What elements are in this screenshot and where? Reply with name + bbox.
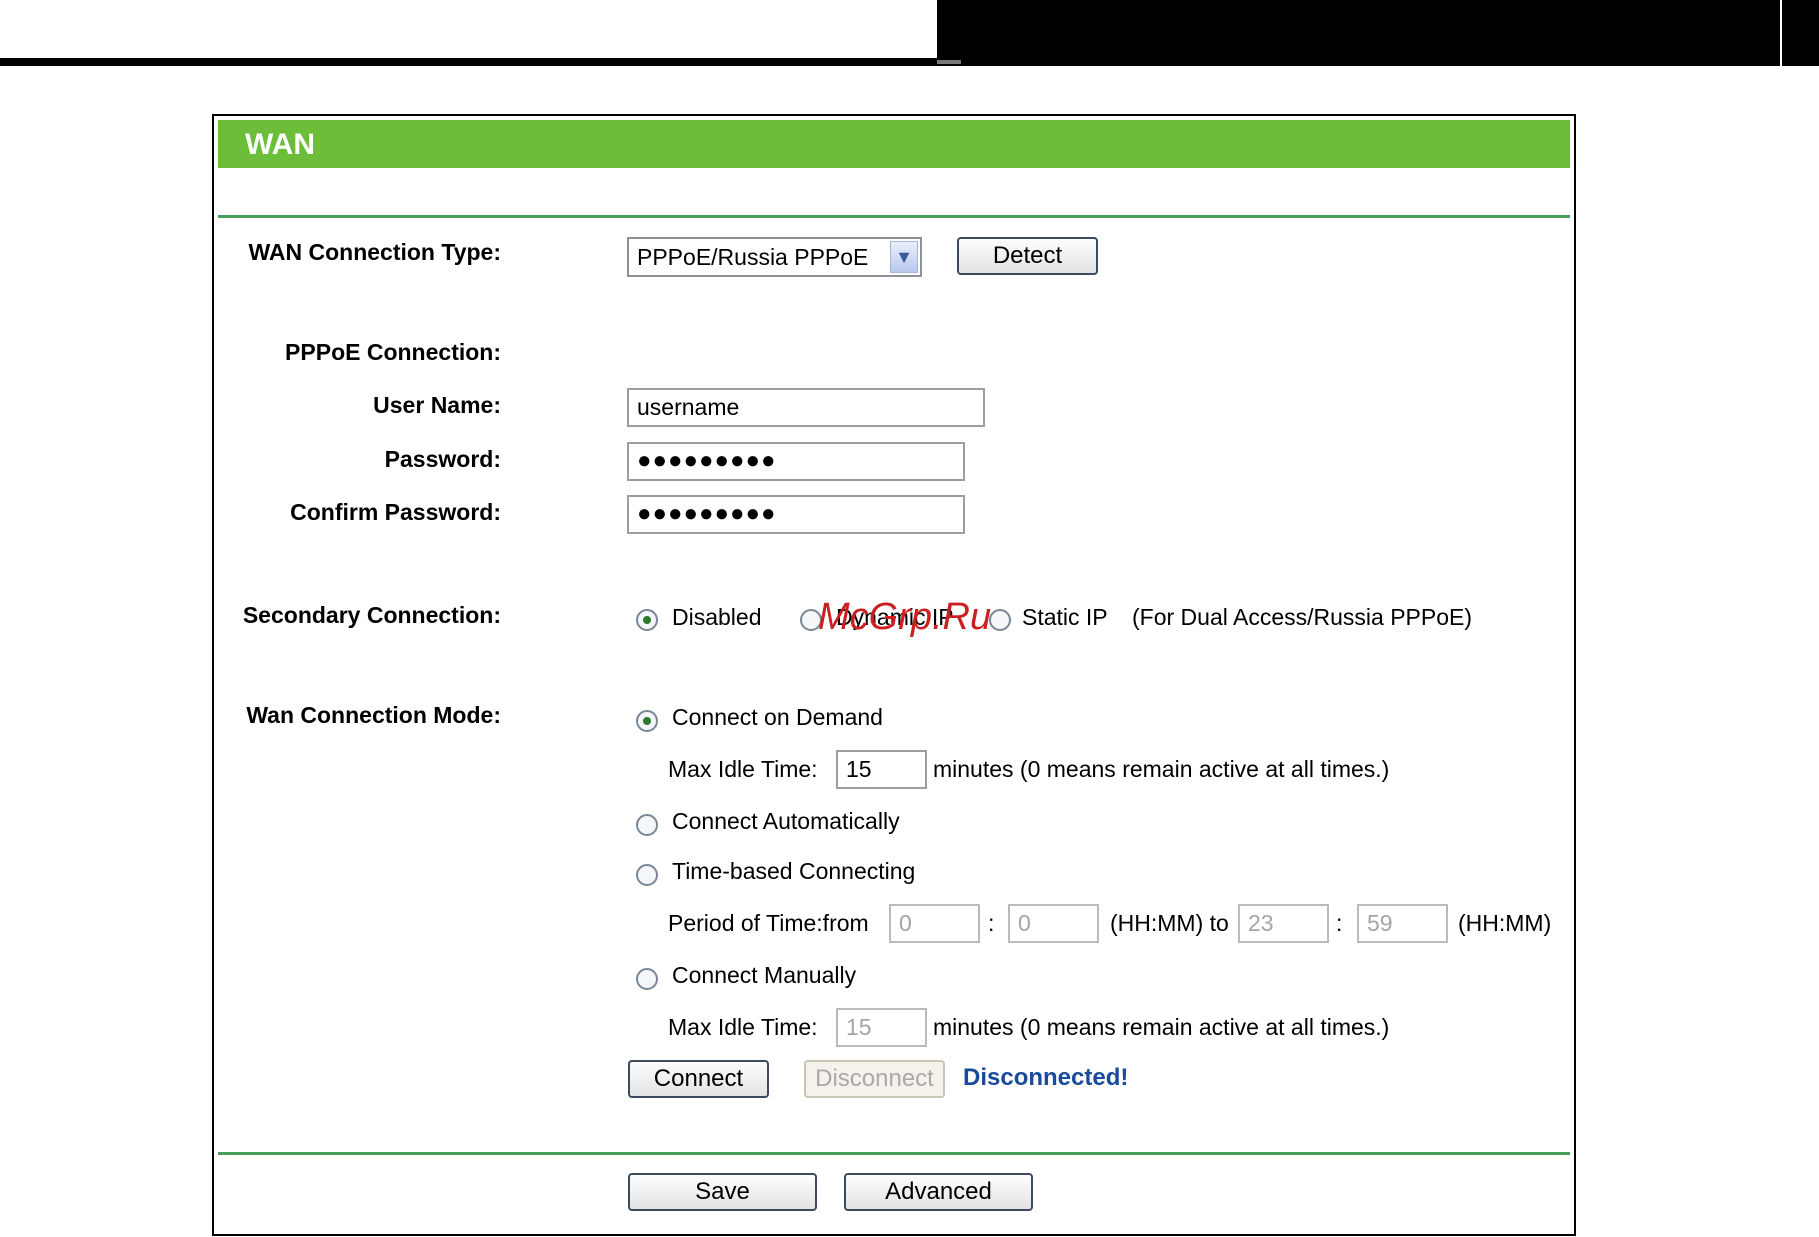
period-label: Period of Time:from bbox=[668, 910, 869, 936]
advanced-button[interactable]: Advanced bbox=[844, 1173, 1033, 1211]
header-black-block bbox=[937, 0, 1819, 66]
from-minute-input[interactable]: 0 bbox=[1008, 904, 1099, 943]
mode-time-based-label: Time-based Connecting bbox=[672, 858, 916, 884]
mode-time-based-radio[interactable] bbox=[636, 864, 658, 886]
header-black-tab bbox=[1780, 0, 1819, 66]
mode-manual-radio[interactable] bbox=[636, 968, 658, 990]
secondary-disabled-label: Disabled bbox=[672, 604, 762, 630]
connect-button[interactable]: Connect bbox=[628, 1060, 769, 1098]
to-minute-input[interactable]: 59 bbox=[1357, 904, 1448, 943]
max-idle-label: Max Idle Time: bbox=[668, 756, 818, 782]
secondary-disabled-radio[interactable] bbox=[636, 609, 658, 631]
wan-type-label: WAN Connection Type: bbox=[248, 239, 501, 265]
watermark: McGrp.Ru bbox=[818, 596, 992, 638]
confirm-password-label: Confirm Password: bbox=[290, 499, 501, 525]
from-colon: : bbox=[988, 910, 995, 936]
header-gray-mark bbox=[937, 60, 961, 64]
chevron-down-icon[interactable]: ▼ bbox=[890, 241, 918, 273]
to-hour-input[interactable]: 23 bbox=[1238, 904, 1329, 943]
username-label: User Name: bbox=[373, 392, 501, 418]
manual-idle-label: Max Idle Time: bbox=[668, 1014, 818, 1040]
divider-bottom bbox=[218, 1152, 1570, 1155]
page-title: WAN bbox=[245, 128, 315, 161]
detect-button[interactable]: Detect bbox=[957, 237, 1098, 275]
secondary-static-radio[interactable] bbox=[989, 609, 1011, 631]
mode-on-demand-label: Connect on Demand bbox=[672, 704, 883, 730]
secondary-static-label: Static IP bbox=[1022, 604, 1108, 630]
max-idle-note: minutes (0 means remain active at all ti… bbox=[933, 756, 1390, 782]
secondary-connection-label: Secondary Connection: bbox=[242, 602, 501, 628]
password-input[interactable]: ●●●●●●●●● bbox=[627, 442, 965, 481]
mode-auto-radio[interactable] bbox=[636, 814, 658, 836]
connection-mode-label: Wan Connection Mode: bbox=[246, 702, 501, 728]
max-idle-input[interactable]: 15 bbox=[836, 750, 927, 789]
wan-panel: WAN WAN Connection Type: PPPoE/Russia PP… bbox=[212, 114, 1576, 1236]
password-label: Password: bbox=[384, 446, 501, 472]
secondary-note: (For Dual Access/Russia PPPoE) bbox=[1132, 604, 1473, 630]
disconnect-button[interactable]: Disconnect bbox=[804, 1060, 945, 1098]
save-button[interactable]: Save bbox=[628, 1173, 817, 1211]
title-bar: WAN bbox=[218, 120, 1570, 168]
connection-status: Disconnected! bbox=[963, 1064, 1129, 1091]
hhmm-to-label: (HH:MM) to bbox=[1110, 910, 1229, 936]
divider-top bbox=[218, 215, 1570, 218]
to-colon: : bbox=[1336, 910, 1343, 936]
wan-type-value: PPPoE/Russia PPPoE bbox=[637, 244, 869, 270]
header-underline bbox=[0, 58, 960, 66]
username-input[interactable]: username bbox=[627, 388, 985, 427]
pppoe-section-label: PPPoE Connection: bbox=[285, 339, 501, 365]
wan-type-select[interactable]: PPPoE/Russia PPPoE ▼ bbox=[627, 237, 922, 277]
manual-idle-note: minutes (0 means remain active at all ti… bbox=[933, 1014, 1390, 1040]
hhmm-label: (HH:MM) bbox=[1458, 910, 1552, 936]
from-hour-input[interactable]: 0 bbox=[889, 904, 980, 943]
mode-manual-label: Connect Manually bbox=[672, 962, 857, 988]
mode-on-demand-radio[interactable] bbox=[636, 710, 658, 732]
confirm-password-input[interactable]: ●●●●●●●●● bbox=[627, 495, 965, 534]
manual-idle-input[interactable]: 15 bbox=[836, 1008, 927, 1047]
mode-auto-label: Connect Automatically bbox=[672, 808, 900, 834]
